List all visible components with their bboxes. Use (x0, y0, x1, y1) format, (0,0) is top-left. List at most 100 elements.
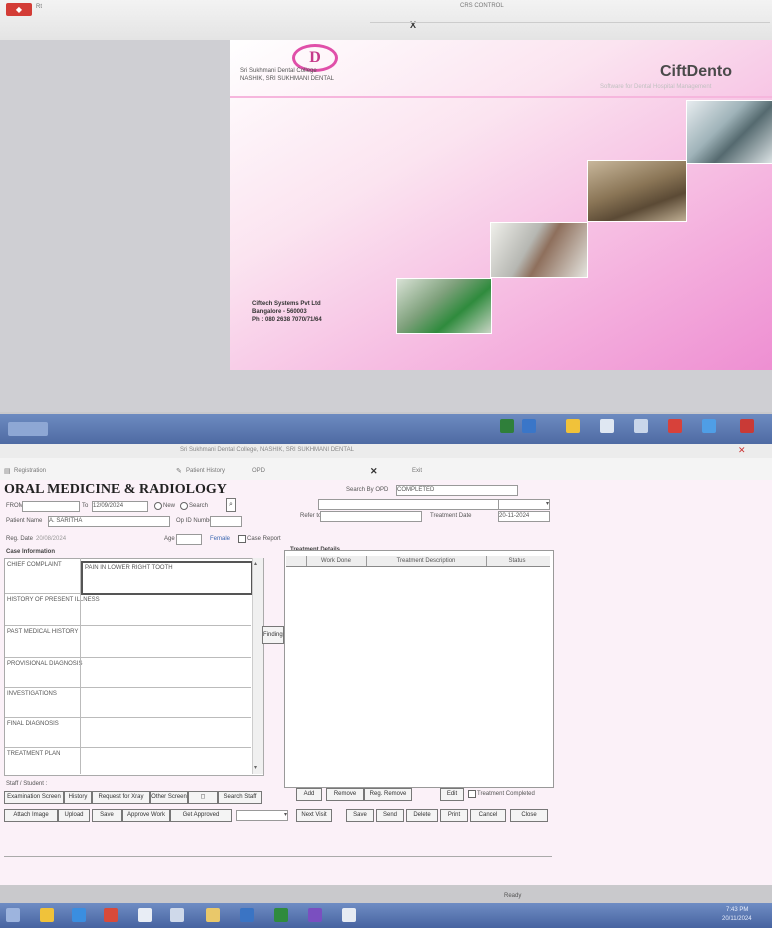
to-date-field[interactable]: 12/09/2024 (92, 501, 148, 512)
refer-to-field[interactable] (320, 511, 422, 522)
taskbar-app-icon[interactable] (308, 908, 322, 922)
case-report-checkbox[interactable] (238, 535, 246, 543)
treatment-completed-label: Treatment Completed (477, 791, 535, 797)
reg-remove-button[interactable]: Reg. Remove (364, 788, 412, 801)
exit-icon[interactable]: ✕ (370, 466, 378, 477)
chief-complaint-input[interactable]: PAIN IN LOWER RIGHT TOOTH (81, 561, 253, 595)
col-treatment-description[interactable]: Treatment Description (366, 556, 487, 566)
company-line2: Bangalore - 560003 (252, 309, 307, 315)
product-title: CiftDento (660, 63, 732, 80)
from-date-field[interactable] (22, 501, 80, 512)
search-radio[interactable] (180, 502, 188, 510)
get-approved-button[interactable]: Get Approved (170, 809, 232, 822)
taskbar-app-icon[interactable] (206, 908, 220, 922)
taskbar-lower: 7:43 PM 20/11/2024 (0, 903, 772, 928)
save-button[interactable]: Save (346, 809, 374, 822)
taskbar-folder-icon[interactable] (566, 419, 580, 433)
taskbar-app-icon[interactable] (138, 908, 152, 922)
search-staff-button[interactable]: Search Staff (218, 791, 262, 804)
menu-patient-history[interactable]: Patient History (186, 468, 225, 474)
reg-date-value: 20/08/2024 (36, 536, 67, 542)
next-visit-button[interactable]: Next Visit (296, 809, 332, 822)
taskbar-app-icon[interactable] (342, 908, 356, 922)
print-button[interactable]: Print (440, 809, 468, 822)
search-icon[interactable]: ⌕ (226, 498, 236, 512)
menu-exit[interactable]: Exit (412, 468, 422, 474)
op-id-field[interactable] (210, 516, 242, 527)
patient-name-field[interactable]: A. SARITHA (48, 516, 170, 527)
to-label: To (82, 503, 89, 509)
edit-button[interactable]: Edit (440, 788, 464, 801)
taskbar-app-icon[interactable] (600, 419, 614, 433)
save-row-button[interactable]: Save (92, 809, 122, 822)
staff-dropdown[interactable]: ▾ (236, 810, 288, 821)
menu-opd[interactable]: OPD (252, 468, 265, 474)
window-control-button[interactable]: ◆ (6, 3, 32, 16)
past-medical-label: PAST MEDICAL HISTORY (7, 629, 79, 635)
taskbar-app-icon[interactable] (170, 908, 184, 922)
case-row-investigations: INVESTIGATIONS (5, 687, 251, 718)
toolbar-fragment: Rt (36, 4, 42, 10)
add-button[interactable]: Add (296, 788, 322, 801)
start-button[interactable] (8, 422, 48, 436)
age-label: Age (164, 536, 175, 542)
request-xray-button[interactable]: Request for Xray (92, 791, 150, 804)
opd-search-field[interactable]: COMPLETED (396, 485, 518, 496)
findings-button[interactable]: Findings (262, 626, 284, 644)
approve-work-button[interactable]: Approve Work (122, 809, 170, 822)
other-screen-button[interactable]: Other Screen (150, 791, 188, 804)
app-title-text: Sri Sukhmani Dental College, NASHIK, SRI… (180, 447, 354, 453)
refer-to-label: Refer to (300, 513, 322, 519)
history-button[interactable]: History (64, 791, 92, 804)
age-field[interactable] (176, 534, 202, 545)
cancel-button[interactable]: Cancel (470, 809, 506, 822)
reg-date-label: Reg. Date (6, 536, 34, 542)
status-dropdown[interactable]: ▾ (498, 499, 550, 510)
taskbar-app-icon[interactable] (240, 908, 254, 922)
start-button-icon[interactable] (6, 908, 20, 922)
case-row-past-medical: PAST MEDICAL HISTORY (5, 625, 251, 658)
new-label: New (163, 503, 176, 509)
case-panel-scrollbar[interactable]: ▴ ▾ (252, 558, 263, 774)
delete-button[interactable]: Delete (406, 809, 438, 822)
col-status[interactable]: Status (486, 556, 548, 566)
treatment-table-header: Work Done Treatment Description Status (286, 556, 550, 567)
examination-screen-button[interactable]: Examination Screen (4, 791, 64, 804)
menu-registration[interactable]: Registration (14, 468, 46, 474)
row-selector-header (286, 556, 307, 566)
search-result-field[interactable] (318, 499, 500, 510)
upload-button[interactable]: Upload (58, 809, 90, 822)
treatment-details-panel (284, 550, 554, 788)
taskbar-app-icon[interactable] (500, 419, 514, 433)
send-button[interactable]: Send (376, 809, 404, 822)
search-label: Search (189, 503, 209, 509)
company-info: Ciftech Systems Pvt Ltd Bangalore - 5600… (252, 300, 322, 324)
clear-button[interactable]: ◻ (188, 791, 218, 804)
patient-name-label: Patient Name (6, 518, 43, 524)
taskbar-app-icon[interactable] (702, 419, 716, 433)
taskbar-app-icon[interactable] (522, 419, 536, 433)
company-line1: Ciftech Systems Pvt Ltd (252, 301, 321, 307)
app-close-icon[interactable]: ✕ (738, 445, 746, 456)
gender-value: Female (210, 536, 231, 542)
new-radio[interactable] (154, 502, 162, 510)
product-subtitle: Software for Dental Hospital Management (600, 84, 712, 90)
status-divider (4, 856, 552, 857)
close-button[interactable]: Close (510, 809, 548, 822)
col-work-done[interactable]: Work Done (306, 556, 367, 566)
taskbar-browser-icon[interactable] (72, 908, 86, 922)
taskbar-app-icon[interactable] (634, 419, 648, 433)
case-row-history: HISTORY OF PRESENT ILLNESS (5, 593, 251, 626)
remove-button[interactable]: Remove (326, 788, 364, 801)
taskbar-app-icon[interactable] (104, 908, 118, 922)
attach-image-button[interactable]: Attach Image (4, 809, 58, 822)
taskbar-excel-icon[interactable] (274, 908, 288, 922)
scroll-down-icon[interactable]: ▾ (254, 764, 257, 771)
date-field[interactable]: 20-11-2024 (498, 511, 550, 522)
case-info-title: Case Information (6, 549, 56, 555)
scroll-up-icon[interactable]: ▴ (254, 560, 257, 567)
taskbar-folder-icon[interactable] (40, 908, 54, 922)
taskbar-app-icon[interactable] (740, 419, 754, 433)
treatment-completed-checkbox[interactable] (468, 790, 476, 798)
taskbar-app-icon[interactable] (668, 419, 682, 433)
